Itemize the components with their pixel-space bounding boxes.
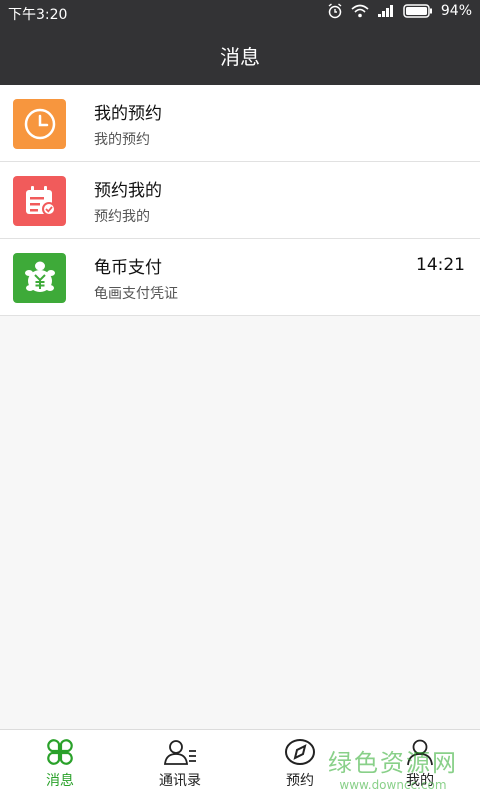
tab-label: 预约: [286, 773, 314, 789]
tab-contacts[interactable]: 通讯录: [120, 730, 240, 800]
compass-icon: [285, 739, 315, 765]
turtle-yuan-icon: [13, 253, 66, 303]
item-title: 我的预约: [94, 104, 162, 124]
tab-appointments[interactable]: 预约: [240, 730, 360, 800]
list-item-my-appointments[interactable]: 我的预约 我的预约: [0, 85, 480, 162]
tab-label: 我的: [406, 773, 434, 789]
message-list: 我的预约 我的预约 预约我的 预约我的 龟币支付 龟画支付凭证 14:21: [0, 85, 480, 316]
bottom-tab-bar: 消息 通讯录 预约 我的: [0, 729, 480, 800]
list-item-appointments-to-me[interactable]: 预约我的 预约我的: [0, 162, 480, 239]
calendar-check-icon: [13, 176, 66, 226]
item-title: 龟币支付: [94, 258, 162, 278]
item-subtitle: 龟画支付凭证: [94, 286, 178, 302]
item-subtitle: 我的预约: [94, 132, 150, 148]
status-icons: 94%: [327, 3, 472, 19]
list-item-turtle-coin-payment[interactable]: 龟币支付 龟画支付凭证 14:21: [0, 239, 480, 316]
tab-label: 通讯录: [159, 773, 201, 789]
clock-icon: [13, 99, 66, 149]
page-title: 消息: [220, 45, 260, 69]
item-time: 14:21: [416, 255, 465, 275]
item-title: 预约我的: [94, 181, 162, 201]
tab-label: 消息: [46, 773, 74, 789]
person-icon: [407, 739, 433, 766]
battery-icon: [403, 4, 432, 18]
battery-level: 94%: [440, 3, 472, 19]
contacts-icon: [164, 740, 196, 765]
wifi-icon: [351, 4, 369, 18]
alarm-icon: [328, 3, 342, 19]
status-time: 下午3:20: [8, 7, 68, 23]
tab-messages[interactable]: 消息: [0, 730, 120, 800]
tab-mine[interactable]: 我的: [360, 730, 480, 800]
clover-icon: [47, 739, 73, 765]
item-subtitle: 预约我的: [94, 209, 150, 225]
signal-icon: [377, 5, 393, 17]
title-bar: 消息: [0, 26, 480, 85]
status-bar: 下午3:20 94%: [0, 0, 480, 26]
